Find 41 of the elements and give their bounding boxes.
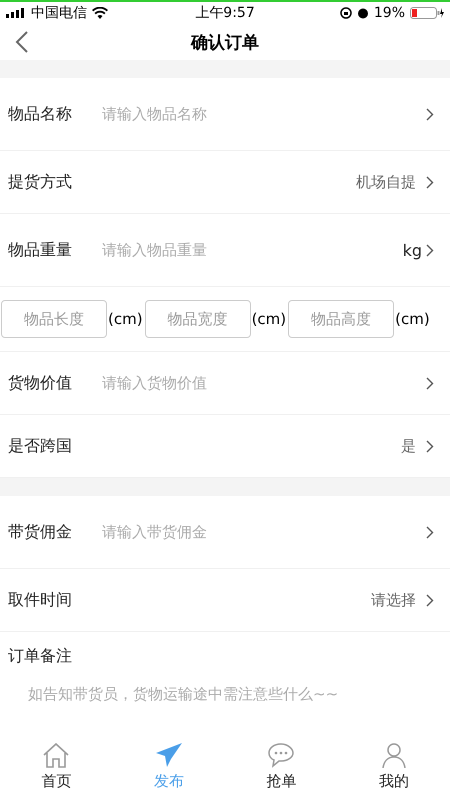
wifi-icon (92, 7, 108, 19)
field-label: 物品重量 (8, 240, 73, 260)
chevron-right-icon (426, 526, 434, 538)
select-value[interactable]: 请选择 (102, 590, 416, 610)
chevron-right-icon (426, 176, 434, 188)
chevron-right-icon (426, 108, 434, 120)
signal-icon (6, 8, 26, 18)
tab-item[interactable]: 抢单 (225, 732, 338, 800)
field-label: 物品名称 (8, 104, 73, 124)
battery-percent: 19% (374, 5, 406, 21)
select-value[interactable]: 机场自提 (102, 172, 416, 192)
paper-plane-icon (154, 742, 183, 768)
home-icon (42, 742, 70, 768)
field-label: 取件时间 (8, 590, 73, 610)
chat-bubble-icon (267, 742, 296, 768)
unit-label: kg (402, 240, 422, 260)
rotation-lock-icon (340, 7, 352, 19)
page-title: 确认订单 (191, 32, 259, 54)
select-value[interactable]: 是 (102, 436, 416, 456)
battery-icon (410, 7, 444, 19)
unit-label: (cm) (108, 310, 143, 328)
field-label: 是否跨国 (8, 436, 73, 456)
person-icon (380, 742, 408, 768)
input-field[interactable]: 物品长度 (1, 300, 107, 338)
chevron-right-icon (426, 376, 434, 390)
field-label: 带货佣金 (8, 522, 73, 542)
alarm-icon (356, 7, 369, 19)
clock-time: 上午9:57 (195, 4, 255, 22)
field-label: 订单备注 (8, 646, 73, 667)
field-label: 货物价值 (8, 372, 73, 394)
chevron-right-icon (426, 594, 434, 606)
chevron-right-icon (426, 244, 434, 256)
unit-label: (cm) (252, 310, 286, 328)
input-field[interactable]: 物品高度 (288, 300, 394, 338)
chevron-right-icon (426, 440, 434, 452)
tab-item[interactable]: 我的 (338, 732, 450, 800)
input-field[interactable]: 物品宽度 (144, 300, 251, 338)
carrier-name: 中国电信 (31, 4, 87, 22)
field-label: 提货方式 (8, 172, 73, 192)
unit-label: (cm) (395, 310, 430, 328)
tab-item[interactable]: 首页 (0, 732, 112, 800)
